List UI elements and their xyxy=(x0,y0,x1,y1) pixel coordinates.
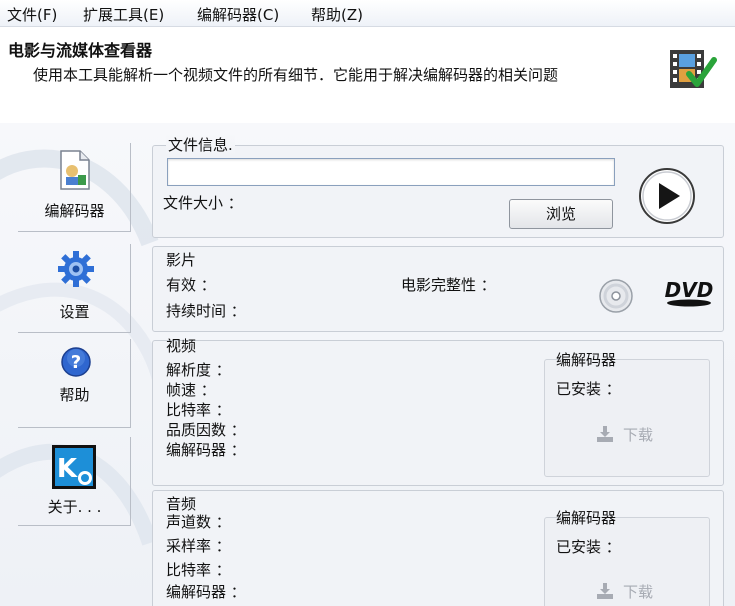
film-check-icon xyxy=(670,50,717,88)
disc-icon xyxy=(599,279,633,313)
k-lite-logo-icon: K xyxy=(52,445,96,489)
file-path-input[interactable] xyxy=(167,158,615,186)
audio-codec-installed-label: 已安装 ： xyxy=(556,538,621,556)
video-codec-installed-label: 已安装 ： xyxy=(556,380,621,398)
menu-help[interactable]: 帮助(Z) xyxy=(311,4,363,25)
svg-text:?: ? xyxy=(71,352,81,373)
file-size-label: 文件大小 ： xyxy=(163,194,243,212)
page-subtitle: 使用本工具能解析一个视频文件的所有细节．它能用于解决编解码器的相关问题 xyxy=(33,66,559,84)
sidebar-help-button[interactable]: ? 帮助 xyxy=(18,339,131,428)
audio-download-button[interactable]: 下载 xyxy=(623,581,653,602)
audio-codec-box: 编解码器 已安装 ： 下载 xyxy=(544,509,710,606)
movie-integrity-label: 电影完整性 ： xyxy=(401,276,496,294)
movie-panel: 影片 有效 ： 持续时间 ： 电影完整性 ： DVD xyxy=(152,246,724,332)
movie-valid-label: 有效 ： xyxy=(166,276,216,294)
video-bitrate-label: 比特率 ： xyxy=(166,401,231,419)
video-codec-box: 编解码器 已安装 ： 下载 xyxy=(544,351,710,477)
video-codec-label: 编解码器 ： xyxy=(166,441,246,459)
dvd-logo-icon: DVD xyxy=(665,279,714,307)
audio-codec-label: 编解码器 ： xyxy=(166,583,246,601)
video-codec-box-title: 编解码器 xyxy=(556,351,617,369)
play-button[interactable] xyxy=(637,166,697,226)
sidebar-about-button[interactable]: K 关于. . . xyxy=(18,437,131,526)
sidebar-settings-button[interactable]: 设置 xyxy=(18,244,131,333)
codec-doc-icon xyxy=(60,150,90,190)
gear-icon xyxy=(58,251,94,287)
audio-codec-box-title: 编解码器 xyxy=(556,509,617,527)
video-quality-label: 品质因数 ： xyxy=(166,421,246,439)
file-info-panel: 文件信息. 文件大小 ： 浏览 xyxy=(152,134,724,238)
audio-channels-label: 声道数 ： xyxy=(166,513,231,531)
menu-bar: 文件(F) 扩展工具(E) 编解码器(C) 帮助(Z) xyxy=(0,0,735,27)
menu-codecs[interactable]: 编解码器(C) xyxy=(197,4,279,25)
sidebar-help-label: 帮助 xyxy=(59,386,90,404)
page-title: 电影与流媒体查看器 xyxy=(8,41,153,60)
file-info-title: 文件信息. xyxy=(166,134,235,155)
video-resolution-label: 解析度 ： xyxy=(166,361,231,379)
audio-panel: 音频 声道数 ： 采样率 ： 比特率 ： 编解码器 ： 编解码器 已安装 ： 下… xyxy=(152,490,724,606)
download-icon xyxy=(597,583,613,599)
header: 电影与流媒体查看器 使用本工具能解析一个视频文件的所有细节．它能用于解决编解码器… xyxy=(0,28,735,123)
audio-samplerate-label: 采样率 ： xyxy=(166,537,231,555)
audio-bitrate-label: 比特率 ： xyxy=(166,561,231,579)
browse-button[interactable]: 浏览 xyxy=(509,199,613,229)
sidebar-codecs-label: 编解码器 xyxy=(44,202,105,220)
video-title: 视频 xyxy=(166,337,197,355)
video-framerate-label: 帧速 ： xyxy=(166,381,216,399)
menu-file[interactable]: 文件(F) xyxy=(7,4,57,25)
video-panel: 视频 解析度 ： 帧速 ： 比特率 ： 品质因数 ： 编解码器 ： 编解码器 已… xyxy=(152,337,724,486)
movie-title: 影片 xyxy=(166,251,197,269)
svg-text:K: K xyxy=(57,454,78,484)
sidebar-codecs-button[interactable]: 编解码器 xyxy=(18,143,131,232)
sidebar-about-label: 关于. . . xyxy=(47,498,102,516)
movie-duration-label: 持续时间 ： xyxy=(166,302,246,320)
audio-title: 音频 xyxy=(166,495,197,513)
menu-extensions[interactable]: 扩展工具(E) xyxy=(83,4,164,25)
video-download-button[interactable]: 下载 xyxy=(623,424,653,445)
download-icon xyxy=(597,426,613,442)
help-icon: ? xyxy=(61,347,91,377)
svg-text:DVD: DVD xyxy=(665,279,714,302)
sidebar-settings-label: 设置 xyxy=(59,303,90,321)
